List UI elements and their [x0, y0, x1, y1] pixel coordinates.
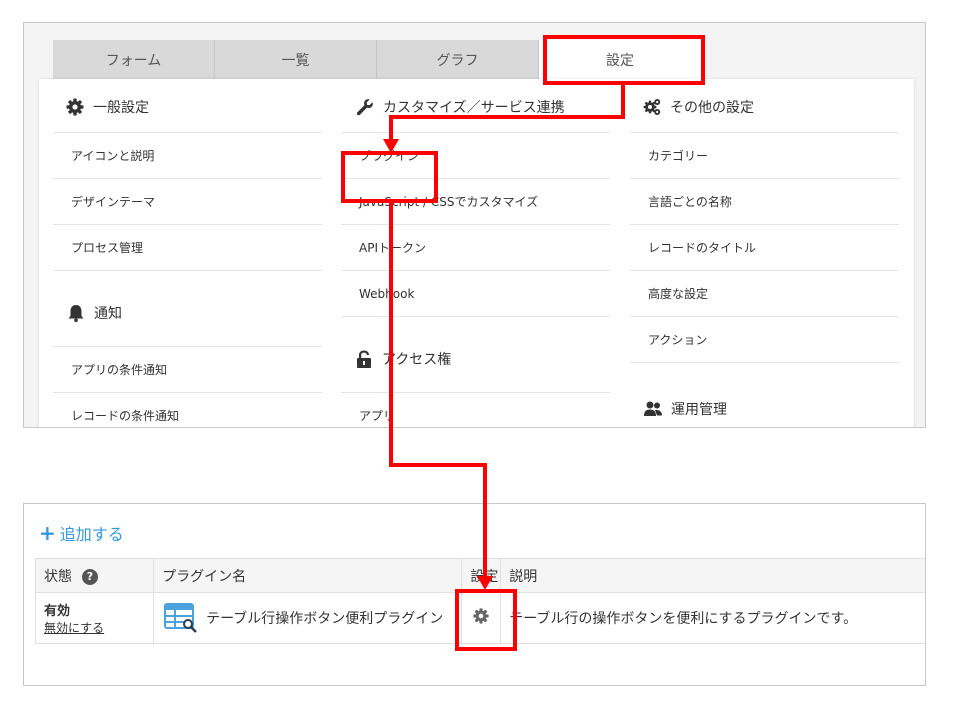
notification-title: 通知	[94, 306, 122, 322]
plugin-description: テーブル行の操作ボタンを便利にするプラグインです。	[509, 611, 858, 627]
arrow-head	[383, 139, 399, 153]
menu-design-theme[interactable]: デザインテーマ	[53, 179, 322, 225]
view-tabs: フォーム 一覧 グラフ 設定	[53, 40, 701, 80]
column-plugin-name: プラグイン名	[153, 558, 463, 593]
menu-plugin[interactable]: プラグイン	[341, 133, 610, 179]
access-heading: アクセス権	[341, 317, 610, 393]
tab-list[interactable]: 一覧	[215, 40, 377, 80]
arrow-line	[389, 463, 487, 467]
menu-item-label: アプリの条件通知	[71, 363, 168, 377]
menu-process-management[interactable]: プロセス管理	[53, 225, 322, 271]
gear-icon	[65, 97, 85, 117]
tab-list-label: 一覧	[281, 53, 310, 69]
menu-app-condition-notification[interactable]: アプリの条件通知	[53, 347, 322, 393]
arrow-head	[477, 576, 493, 590]
plus-icon: +	[39, 521, 56, 545]
menu-icon-description[interactable]: アイコンと説明	[53, 133, 322, 179]
notification-heading: 通知	[53, 271, 322, 347]
menu-item-label: 高度な設定	[648, 287, 709, 301]
tab-settings-label: 設定	[606, 53, 634, 69]
access-title: アクセス権	[382, 352, 452, 368]
plugin-settings-button[interactable]	[461, 592, 502, 644]
plugin-list-panel: + 追加する 状態? プラグイン名 設定 説明 有効 無効にする テーブル行操作…	[23, 503, 926, 686]
column-status-label: 状態	[44, 568, 72, 585]
menu-item-label: アプリ	[359, 409, 396, 423]
menu-webhook[interactable]: Webhook	[341, 271, 610, 317]
general-settings-heading: 一般設定	[53, 79, 322, 133]
menu-action[interactable]: アクション	[630, 317, 899, 363]
add-plugin-button[interactable]: + 追加する	[39, 521, 124, 545]
menu-js-css-customize[interactable]: JavaScript / CSSでカスタマイズ	[341, 179, 610, 225]
plugin-name-cell: テーブル行操作ボタン便利プラグイン	[153, 592, 463, 644]
menu-language-names[interactable]: 言語ごとの名称	[630, 179, 899, 225]
lock-icon	[354, 349, 374, 369]
app-settings-panel: フォーム 一覧 グラフ 設定 一般設定 アイコンと説明 デザインテーマ プロセス…	[23, 22, 926, 428]
tab-settings[interactable]: 設定	[539, 40, 701, 80]
column-description: 説明	[500, 558, 925, 593]
customize-column: カスタマイズ／サービス連携 プラグイン JavaScript / CSSでカスタ…	[341, 79, 610, 427]
menu-item-label: デザインテーマ	[71, 195, 156, 209]
table-plugin-icon	[164, 603, 198, 633]
menu-record-condition-notification[interactable]: レコードの条件通知	[53, 393, 322, 427]
menu-category[interactable]: カテゴリー	[630, 133, 899, 179]
help-icon[interactable]: ?	[82, 568, 98, 585]
menu-advanced-settings[interactable]: 高度な設定	[630, 271, 899, 317]
tab-graph-label: グラフ	[436, 53, 479, 69]
menu-item-label: カテゴリー	[648, 149, 709, 163]
menu-item-label: Webhook	[359, 286, 415, 301]
operation-title: 運用管理	[671, 402, 727, 418]
plugin-name: テーブル行操作ボタン便利プラグイン	[206, 611, 444, 627]
menu-item-label: レコードのタイトル	[648, 241, 757, 255]
operation-heading: 運用管理	[630, 363, 899, 427]
gears-icon	[642, 97, 662, 117]
add-plugin-label: 追加する	[59, 525, 124, 544]
column-description-label: 説明	[509, 568, 538, 585]
tab-form[interactable]: フォーム	[53, 40, 215, 80]
plugin-status-cell: 有効 無効にする	[34, 592, 155, 644]
menu-item-label: APIトークン	[359, 241, 426, 255]
general-settings-column: 一般設定 アイコンと説明 デザインテーマ プロセス管理 通知 アプリの条件通知 …	[53, 79, 322, 427]
wrench-icon	[355, 97, 375, 117]
people-icon	[643, 399, 663, 419]
menu-record-title[interactable]: レコードのタイトル	[630, 225, 899, 271]
other-settings-heading: その他の設定	[630, 79, 899, 133]
menu-api-token[interactable]: APIトークン	[341, 225, 610, 271]
column-plugin-name-label: プラグイン名	[162, 568, 247, 585]
menu-item-label: JavaScript / CSSでカスタマイズ	[359, 195, 539, 209]
menu-app-access[interactable]: アプリ	[341, 393, 610, 427]
table-row: 有効 無効にする テーブル行操作ボタン便利プラグイン テーブル行の操作ボタンを便…	[34, 592, 925, 644]
column-status: 状態?	[34, 558, 155, 593]
menu-item-label: 言語ごとの名称	[648, 195, 732, 209]
other-settings-title: その他の設定	[670, 100, 754, 116]
plugin-table: 状態? プラグイン名 設定 説明 有効 無効にする テーブル行操作ボタン便利プラ…	[34, 558, 925, 644]
menu-item-label: レコードの条件通知	[71, 409, 180, 423]
tab-graph[interactable]: グラフ	[377, 40, 539, 80]
menu-item-label: プロセス管理	[71, 241, 144, 255]
other-settings-column: その他の設定 カテゴリー 言語ごとの名称 レコードのタイトル 高度な設定 アクシ…	[630, 79, 899, 427]
customize-heading: カスタマイズ／サービス連携	[341, 79, 610, 133]
customize-title: カスタマイズ／サービス連携	[383, 100, 565, 116]
tab-form-label: フォーム	[105, 53, 162, 69]
plugin-description-cell: テーブル行の操作ボタンを便利にするプラグインです。	[500, 592, 925, 644]
bell-icon	[66, 303, 86, 323]
settings-card: 一般設定 アイコンと説明 デザインテーマ プロセス管理 通知 アプリの条件通知 …	[39, 79, 914, 427]
disable-plugin-link[interactable]: 無効にする	[44, 619, 153, 636]
menu-item-label: アイコンと説明	[71, 149, 155, 163]
menu-item-label: アクション	[648, 333, 708, 347]
gear-icon	[472, 608, 490, 629]
status-badge: 有効	[44, 604, 71, 619]
general-settings-title: 一般設定	[93, 100, 149, 116]
